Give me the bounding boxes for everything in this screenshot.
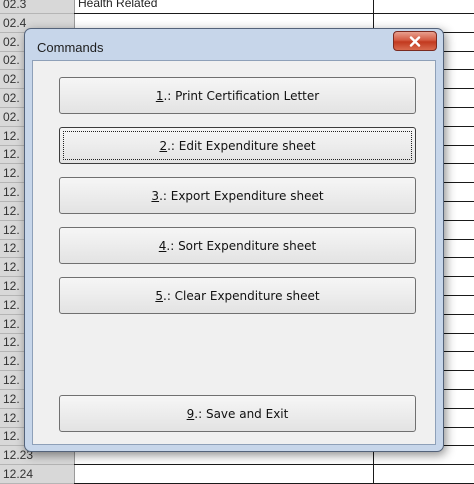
row-header[interactable]: 02.3 [0,0,74,14]
save-and-exit-button[interactable]: 9.: Save and Exit [59,395,416,432]
button-label: 1.: Print Certification Letter [155,88,320,103]
dialog-client-area: 1.: Print Certification Letter 2.: Edit … [32,60,436,445]
row-header[interactable]: 12.24 [0,466,74,484]
print-certification-letter-button[interactable]: 1.: Print Certification Letter [59,77,416,114]
button-label: 9.: Save and Exit [186,406,289,421]
sheet-cell[interactable]: Health Related [78,0,157,11]
export-expenditure-sheet-button[interactable]: 3.: Export Expenditure sheet [59,177,416,214]
edit-expenditure-sheet-button[interactable]: 2.: Edit Expenditure sheet [59,127,416,164]
sheet-row: 02.3 Health Related [0,0,474,14]
commands-dialog: Commands 1.: Print Certification Letter … [24,28,444,452]
sheet-row: 12.24 [0,466,474,484]
clear-expenditure-sheet-button[interactable]: 5.: Clear Expenditure sheet [59,277,416,314]
close-x-icon [409,35,421,47]
button-label: 2.: Edit Expenditure sheet [159,138,316,153]
button-label: 5.: Clear Expenditure sheet [155,288,320,303]
close-button[interactable] [393,31,437,51]
dialog-title: Commands [37,40,104,55]
sort-expenditure-sheet-button[interactable]: 4.: Sort Expenditure sheet [59,227,416,264]
button-label: 4.: Sort Expenditure sheet [158,238,317,253]
button-label: 3.: Export Expenditure sheet [151,188,324,203]
